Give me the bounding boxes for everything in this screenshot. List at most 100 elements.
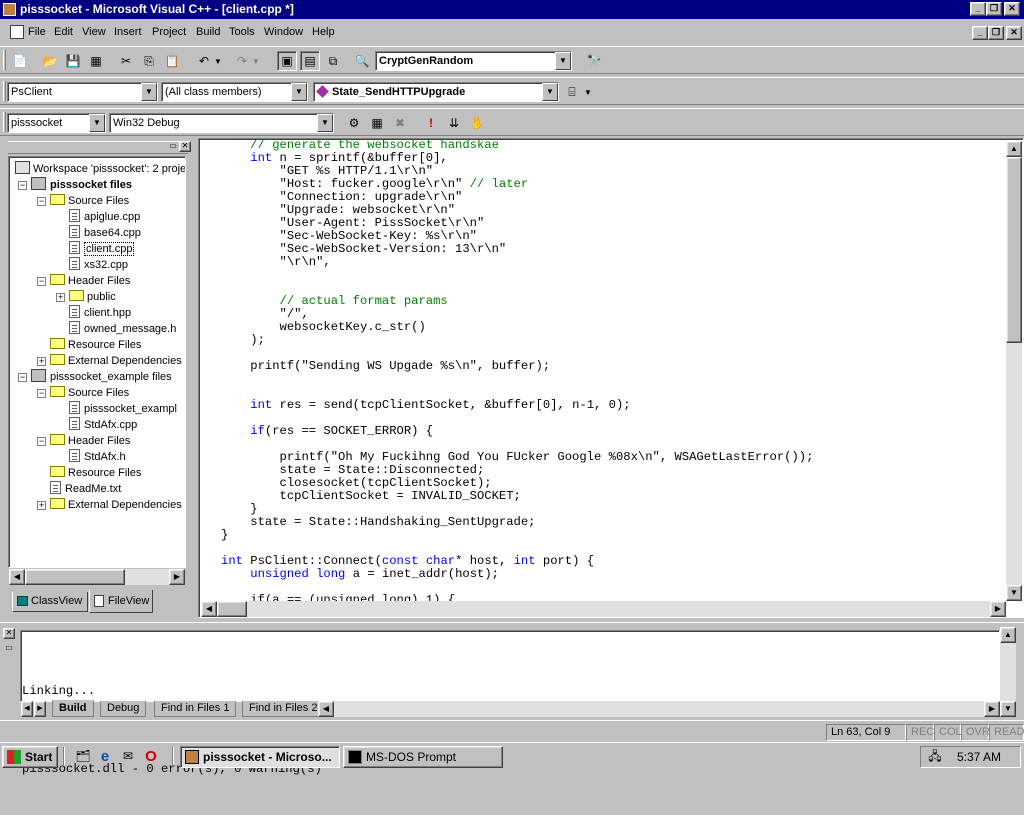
build-icon[interactable]: ▦ [367,113,387,133]
scroll-thumb[interactable] [25,569,125,585]
tree-item[interactable]: Header Files [50,433,130,449]
app-icon[interactable] [3,3,16,16]
class-combo[interactable]: PsClient ▼ [7,82,158,102]
show-desktop-icon[interactable]: 🗂 [73,746,93,766]
chevron-down-icon[interactable]: ▼ [555,52,571,70]
tree-item[interactable]: Resource Files [50,337,141,353]
tab-classview[interactable]: ClassView [12,592,88,612]
cut-icon[interactable]: ✂ [116,51,136,71]
save-all-icon[interactable]: ▦ [86,51,106,71]
scroll-down-icon[interactable]: ▼ [1006,585,1022,601]
collapse-icon[interactable]: − [37,437,46,446]
tree-item[interactable]: ReadMe.txt [50,481,121,497]
tree-item[interactable]: pisssocket files [31,177,132,193]
tree-item[interactable]: xs32.cpp [69,257,128,273]
tree-item[interactable]: External Dependencies [50,353,182,369]
code-editor[interactable]: // generate the websocket handskae int n… [198,138,1024,618]
tree-item[interactable]: owned_message.h [69,321,176,337]
tray-app-icon[interactable]: 🖧 [925,747,945,767]
breakpoint-hand-icon[interactable]: ✋ [467,113,487,133]
tree-item[interactable]: StdAfx.h [69,449,126,465]
task-ms-dos-prompt[interactable]: MS-DOS Prompt [343,746,503,768]
opera-icon[interactable]: O [141,746,161,766]
find-combo[interactable]: CryptGenRandom ▼ [375,51,572,71]
mdi-restore-button[interactable]: ❐ [988,26,1004,40]
dock-restore-icon[interactable]: ▭ [3,643,15,654]
tab-find-in-files-2[interactable]: Find in Files 2 [242,701,325,717]
editor-vertical-scrollbar[interactable]: ▲ ▼ [1006,141,1022,601]
menu-edit[interactable]: Edit [54,26,73,38]
scroll-left-icon[interactable]: ◀ [318,701,334,717]
title-bar[interactable]: pisssocket - Microsoft Visual C++ - [cli… [0,0,1024,19]
tab-debug[interactable]: Debug [100,701,147,717]
collapse-icon[interactable]: − [37,277,46,286]
workspace-toggle-icon[interactable]: ▣ [277,51,297,71]
tree-item[interactable]: Resource Files [50,465,141,481]
tree-item[interactable]: client.cpp [69,241,135,257]
find-in-files-icon[interactable]: 🔍 [352,51,372,71]
code-text[interactable]: // generate the websocket handskae int n… [221,139,813,607]
scroll-left-icon[interactable]: ◀ [201,601,217,617]
expand-icon[interactable]: + [37,501,46,510]
tab-fileview[interactable]: FileView [89,590,153,613]
collapse-icon[interactable]: − [18,373,27,382]
find-icon[interactable]: 🔭 [584,51,604,71]
tree-workspace-root[interactable]: Workspace 'pisssocket': 2 proje [15,161,185,177]
tab-scroll-right-icon[interactable]: ▶ [34,701,46,717]
config-combo[interactable]: Win32 Debug ▼ [109,113,334,133]
tab-find-in-files-1[interactable]: Find in Files 1 [154,701,237,717]
collapse-icon[interactable]: − [37,389,46,398]
document-icon[interactable] [10,25,24,39]
workspace-grip[interactable] [8,141,188,154]
menu-help[interactable]: Help [312,26,335,38]
menu-build[interactable]: Build [196,26,220,38]
expand-icon[interactable]: + [56,293,65,302]
go-icon[interactable]: ⇊ [444,113,464,133]
scroll-thumb[interactable] [217,601,247,617]
mdi-close-button[interactable]: ✕ [1006,26,1022,40]
collapse-icon[interactable]: − [37,197,46,206]
output-horizontal-scrollbar[interactable]: ◀ ▶ [318,701,1000,717]
redo-dropdown-icon[interactable]: ▼ [250,51,262,71]
minimize-button[interactable]: _ [970,2,986,16]
internet-explorer-icon[interactable]: e [95,746,115,766]
tree-item[interactable]: Header Files [50,273,130,289]
collapse-icon[interactable]: − [18,181,27,190]
redo-icon[interactable]: ↷ [232,51,252,71]
window-list-icon[interactable]: ⧉ [323,51,343,71]
save-icon[interactable]: 💾 [63,51,83,71]
menu-project[interactable]: Project [152,26,186,38]
open-icon[interactable]: 📂 [40,51,60,71]
scroll-right-icon[interactable]: ▶ [169,569,185,585]
chevron-down-icon[interactable]: ▼ [141,83,157,101]
menu-file[interactable]: File [28,26,46,38]
tree-item[interactable]: pisssocket_exampl [69,401,177,417]
editor-horizontal-scrollbar[interactable]: ◀ ▶ [201,601,1006,617]
wizard-action-dropdown-icon[interactable]: ▼ [582,82,594,102]
paste-icon[interactable]: 📋 [162,51,182,71]
tree-item[interactable]: base64.cpp [69,225,141,241]
outlook-express-icon[interactable]: ✉ [118,746,138,766]
tree-item[interactable]: Source Files [50,193,129,209]
members-combo[interactable]: (All class members) ▼ [161,82,308,102]
output-vertical-scrollbar[interactable]: ▲ ▼ [1000,627,1016,717]
scroll-right-icon[interactable]: ▶ [984,701,1000,717]
mdi-minimize-button[interactable]: _ [972,26,988,40]
execute-icon[interactable]: ! [421,113,441,133]
tab-build[interactable]: Build [52,700,94,717]
chevron-down-icon[interactable]: ▼ [89,114,105,132]
task-visual-cpp[interactable]: pisssocket - Microso... [180,746,340,768]
output-toggle-icon[interactable]: ▤ [300,51,320,71]
close-icon[interactable]: ✕ [3,628,15,639]
copy-icon[interactable]: ⎘ [139,51,159,71]
start-button[interactable]: Start [2,746,58,768]
expand-icon[interactable]: + [37,357,46,366]
menu-insert[interactable]: Insert [114,26,142,38]
chevron-down-icon[interactable]: ▼ [291,83,307,101]
toolbar-grip[interactable] [3,81,6,101]
tree-item[interactable]: pisssocket_example files [31,369,172,385]
wizard-action-icon[interactable]: ⌸ [562,82,582,102]
toolbar-grip[interactable] [3,50,6,70]
tree-item[interactable]: Source Files [50,385,129,401]
tree-item[interactable]: client.hpp [69,305,131,321]
